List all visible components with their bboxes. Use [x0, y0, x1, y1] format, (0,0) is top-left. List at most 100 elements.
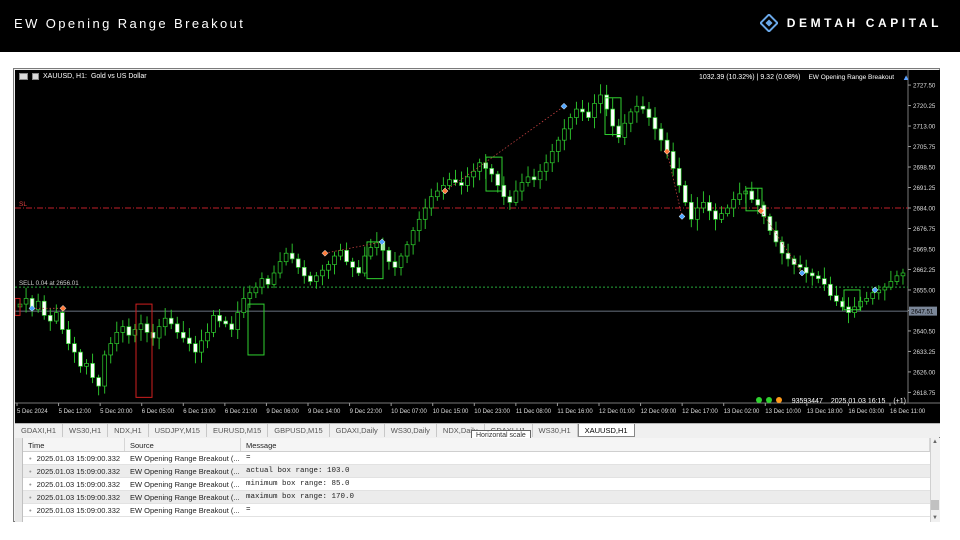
col-message[interactable]: Message: [241, 438, 930, 451]
col-time[interactable]: Time: [23, 438, 125, 451]
candle-body: [598, 94, 603, 104]
x-tick-label: 10 Dec 23:00: [474, 409, 510, 415]
candle-body: [217, 315, 222, 322]
x-tick-label: 5 Dec 2024: [17, 409, 48, 415]
x-tick-label: 12 Dec 09:00: [641, 409, 677, 415]
tab-gdaxi-daily[interactable]: GDAXI,Daily: [330, 424, 385, 437]
tab-ws30-h1[interactable]: WS30,H1: [63, 424, 109, 437]
log-row[interactable]: • 2025.01.03 15:09:00.332 EW Opening Rang…: [23, 478, 930, 491]
candle-body: [640, 105, 646, 110]
tab-gbpusd-m15[interactable]: GBPUSD,M15: [268, 424, 330, 437]
candle-body: [580, 108, 585, 113]
x-tick-label: 11 Dec 08:00: [516, 409, 552, 415]
candle-body: [398, 255, 404, 268]
candle-body: [519, 182, 525, 192]
candle-body: [187, 337, 192, 345]
candle-body: [350, 261, 355, 268]
tab-ws30-daily[interactable]: WS30,Daily: [385, 424, 437, 437]
candle-body: [628, 111, 634, 124]
chart-menu-icon[interactable]: [32, 73, 39, 80]
opening-range-box: [135, 303, 153, 398]
tab-eurusd-m15[interactable]: EURUSD,M15: [207, 424, 269, 437]
x-tick-label: 13 Dec 10:00: [765, 409, 801, 415]
col-source[interactable]: Source: [125, 438, 241, 451]
row-bullet-icon: •: [29, 454, 32, 463]
log-row[interactable]: • 2025.01.03 15:09:00.332 EW Opening Rang…: [23, 452, 930, 465]
brand-logo-icon: [759, 14, 778, 32]
price-chart[interactable]: 2727.50 2720.25 2713.00 2705.75 2698.50 2691.…: [15, 70, 940, 423]
candle-body: [223, 320, 228, 325]
scroll-thumb[interactable]: [931, 500, 939, 510]
chart-canvas[interactable]: 2727.50 2720.25 2713.00 2705.75 2698.50 2691.…: [15, 70, 940, 423]
tab-ndx-h1[interactable]: NDX,H1: [108, 424, 149, 437]
log-message: maximum box range: 170.0: [246, 493, 355, 501]
connection-status: 93593447 2025.01.03 16:15 (+1): [755, 397, 906, 405]
expert-advisor-label[interactable]: EW Opening Range Breakout: [808, 74, 894, 81]
candle-body: [90, 363, 95, 378]
candle-body: [126, 326, 132, 336]
scroll-up-icon[interactable]: ▲: [932, 439, 938, 445]
candle-body: [193, 343, 198, 353]
candle-body: [610, 108, 615, 127]
y-tick-label: 2691.25: [913, 185, 936, 192]
sell-entry-label: SELL 0.04 at 2656.01: [19, 280, 79, 287]
log-row[interactable]: • 2025.01.03 15:09:00.332 EW Opening Rang…: [23, 504, 930, 517]
candle-body: [47, 315, 53, 322]
candle-body: [779, 241, 785, 254]
candle-body: [138, 323, 144, 330]
y-tick-label: 2669.50: [913, 246, 936, 253]
candle-body: [114, 331, 120, 345]
log-scrollbar[interactable]: ▲ ▼: [930, 438, 940, 522]
x-tick-label: 6 Dec 05:00: [142, 409, 175, 415]
log-row[interactable]: • 2025.01.03 15:09:00.332 EW Opening Rang…: [23, 491, 930, 504]
candle-body: [900, 272, 906, 277]
candle-body: [265, 278, 271, 285]
candle-body: [707, 201, 712, 212]
log-source: EW Opening Range Breakout (...: [130, 506, 240, 515]
x-tick-label: 11 Dec 16:00: [557, 409, 593, 415]
toolbox-side-strip[interactable]: [15, 438, 23, 522]
candle-body: [332, 255, 337, 265]
candle-body: [737, 193, 742, 200]
candle-body: [882, 286, 888, 291]
scroll-down-icon[interactable]: ▼: [932, 515, 938, 521]
brand-name: DEMTAH CAPITAL: [786, 16, 942, 30]
tab-gdaxi-h1[interactable]: GDAXI,H1: [15, 424, 64, 437]
candle-body: [102, 354, 107, 387]
candle-body: [822, 278, 827, 285]
candle-body: [66, 329, 71, 345]
candle-body: [96, 377, 101, 387]
y-tick-label: 2618.75: [913, 390, 936, 397]
tab-usdjpy-m15[interactable]: USDJPY,M15: [149, 424, 207, 437]
x-tick-label: 13 Dec 18:00: [807, 409, 843, 415]
tab-ws30-h1-2[interactable]: WS30,H1: [533, 424, 578, 437]
candle-body: [574, 108, 579, 118]
candle-body: [229, 323, 234, 330]
trade-marker: [678, 213, 686, 220]
row-bullet-icon: •: [29, 467, 32, 476]
tab-xauusd-h1[interactable]: XAUUSD,H1: [577, 424, 635, 437]
candle-body: [295, 258, 301, 268]
x-tick-label: 5 Dec 20:00: [100, 409, 133, 415]
candle-body: [689, 201, 694, 220]
account-number: 93593447: [791, 397, 823, 405]
log-time: 2025.01.03 15:09:00.332: [36, 480, 121, 489]
candle-body: [682, 185, 688, 203]
log-time: 2025.01.03 15:09:00.332: [36, 467, 121, 476]
candle-body: [568, 117, 573, 130]
x-tick-label: 6 Dec 21:00: [225, 409, 258, 415]
candle-body: [144, 323, 150, 333]
candle-body: [416, 218, 422, 231]
y-tick-label: 2640.50: [913, 328, 936, 335]
candle-body: [156, 326, 162, 339]
candle-body: [543, 162, 549, 172]
candle-body: [616, 125, 622, 138]
candle-body: [755, 199, 761, 206]
account-profit: 1032.39 (10.32%) | 9.32 (0.08%): [698, 74, 801, 81]
log-row[interactable]: • 2025.01.03 15:09:00.332 EW Opening Rang…: [23, 465, 930, 478]
candle-body: [676, 168, 682, 186]
symbol-description: Gold vs US Dollar: [90, 73, 147, 80]
expert-hat-icon[interactable]: ▲: [902, 73, 910, 82]
chart-window-icon[interactable]: [19, 73, 28, 80]
candle-body: [174, 323, 180, 333]
